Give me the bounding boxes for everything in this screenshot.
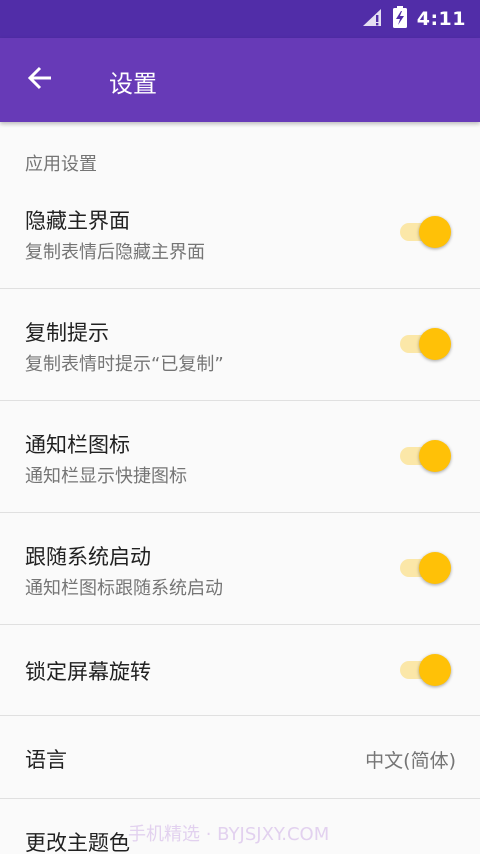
toggle-switch[interactable] <box>400 652 452 688</box>
setting-copy-hint[interactable]: 复制提示 复制表情时提示“已复制” <box>0 300 480 400</box>
setting-language[interactable]: 语言 中文(简体) <box>0 716 480 798</box>
setting-title: 锁定屏幕旋转 <box>25 660 151 684</box>
toggle-switch[interactable] <box>400 214 452 250</box>
section-header: 应用设置 <box>25 154 97 175</box>
setting-hide-main-screen[interactable]: 隐藏主界面 复制表情后隐藏主界面 <box>0 188 480 288</box>
toggle-switch[interactable] <box>400 326 452 362</box>
setting-subtitle: 复制表情后隐藏主界面 <box>25 242 205 263</box>
battery-charging-icon <box>392 6 407 32</box>
setting-subtitle: 通知栏显示快捷图标 <box>25 466 187 487</box>
divider <box>0 288 480 289</box>
switch-thumb <box>419 654 451 686</box>
setting-notification-icon[interactable]: 通知栏图标 通知栏显示快捷图标 <box>0 412 480 512</box>
signal-no-data-icon <box>361 7 383 31</box>
setting-subtitle: 复制表情时提示“已复制” <box>25 354 224 375</box>
switch-thumb <box>419 328 451 360</box>
setting-title: 更改主题色 <box>25 831 130 854</box>
setting-lock-rotation[interactable]: 锁定屏幕旋转 <box>0 625 480 715</box>
setting-value: 中文(简体) <box>365 750 456 772</box>
status-icons: 4:11 <box>361 0 466 38</box>
divider <box>0 512 480 513</box>
page-title: 设置 <box>109 70 157 98</box>
setting-title: 复制提示 <box>25 321 109 345</box>
setting-start-with-system[interactable]: 跟随系统启动 通知栏图标跟随系统启动 <box>0 524 480 624</box>
switch-thumb <box>419 552 451 584</box>
toggle-switch[interactable] <box>400 438 452 474</box>
status-time: 4:11 <box>416 8 466 30</box>
toggle-switch[interactable] <box>400 550 452 586</box>
setting-title: 通知栏图标 <box>25 433 130 457</box>
setting-title: 语言 <box>25 748 67 772</box>
setting-subtitle: 通知栏图标跟随系统启动 <box>25 578 223 599</box>
app-bar: 设置 <box>0 38 480 122</box>
back-button[interactable] <box>16 56 64 104</box>
switch-thumb <box>419 440 451 472</box>
setting-title: 隐藏主界面 <box>25 209 130 233</box>
watermark: 手机精选 · BYJSJXY.COM <box>128 824 330 845</box>
divider <box>0 400 480 401</box>
status-bar: 4:11 <box>0 0 480 38</box>
switch-thumb <box>419 216 451 248</box>
arrow-back-icon <box>27 66 53 94</box>
setting-title: 跟随系统启动 <box>25 545 151 569</box>
